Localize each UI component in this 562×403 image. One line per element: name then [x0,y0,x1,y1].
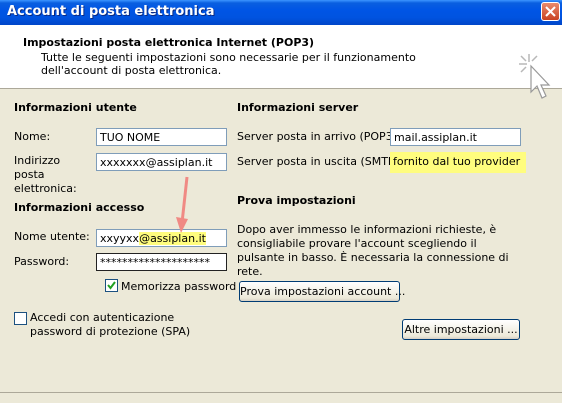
window-title: Account di posta elettronica [7,4,215,19]
test-account-button[interactable]: Prova impostazioni account ... [239,281,405,302]
login-info-heading: Informazioni accesso [14,201,145,214]
spa-checkbox[interactable] [14,312,27,325]
page-description: Tutte le seguenti impostazioni sono nece… [41,51,416,77]
password-label: Password: [14,255,70,268]
username-label: Nome utente: [14,230,90,243]
header-panel: Impostazioni posta elettronica Internet … [0,25,562,99]
pointer-arrow [176,176,189,233]
email-label: Indirizzo posta elettronica: [14,154,77,195]
checkmark-icon [107,281,116,290]
incoming-server-input[interactable]: mail.assiplan.it [390,128,521,146]
spa-label: Accedi con autenticazione password di pr… [30,311,191,338]
outgoing-server-label: Server posta in uscita (SMTP): [237,155,403,168]
username-prefix: xxyyxx [100,232,140,245]
close-button[interactable] [541,2,560,21]
cursor-wizard-icon [519,54,551,99]
password-input[interactable]: ******************** [96,253,227,271]
test-settings-heading: Prova impostazioni [237,194,356,207]
server-info-heading: Informazioni server [237,101,359,114]
username-input[interactable]: xxyyxx@assiplan.it [96,229,227,247]
close-icon [545,6,556,17]
name-input[interactable]: TUO NOME [96,128,227,146]
more-settings-button[interactable]: Altre impostazioni ... [402,319,520,340]
bottom-divider [0,392,562,393]
name-label: Nome: [14,130,51,143]
test-settings-description: Dopo aver immesso le informazioni richie… [237,223,509,278]
remember-password-checkbox[interactable] [105,279,118,292]
email-input[interactable]: xxxxxxx@assiplan.it [96,153,227,171]
outgoing-server-input[interactable]: fornito dal tuo provider [390,152,526,173]
page-title: Impostazioni posta elettronica Internet … [23,36,315,49]
title-bar: Account di posta elettronica [0,0,562,25]
user-info-heading: Informazioni utente [14,101,137,114]
incoming-server-label: Server posta in arrivo (POP3): [237,130,401,143]
remember-password-label: Memorizza password [121,280,237,293]
username-domain-highlight: @assiplan.it [139,232,206,245]
